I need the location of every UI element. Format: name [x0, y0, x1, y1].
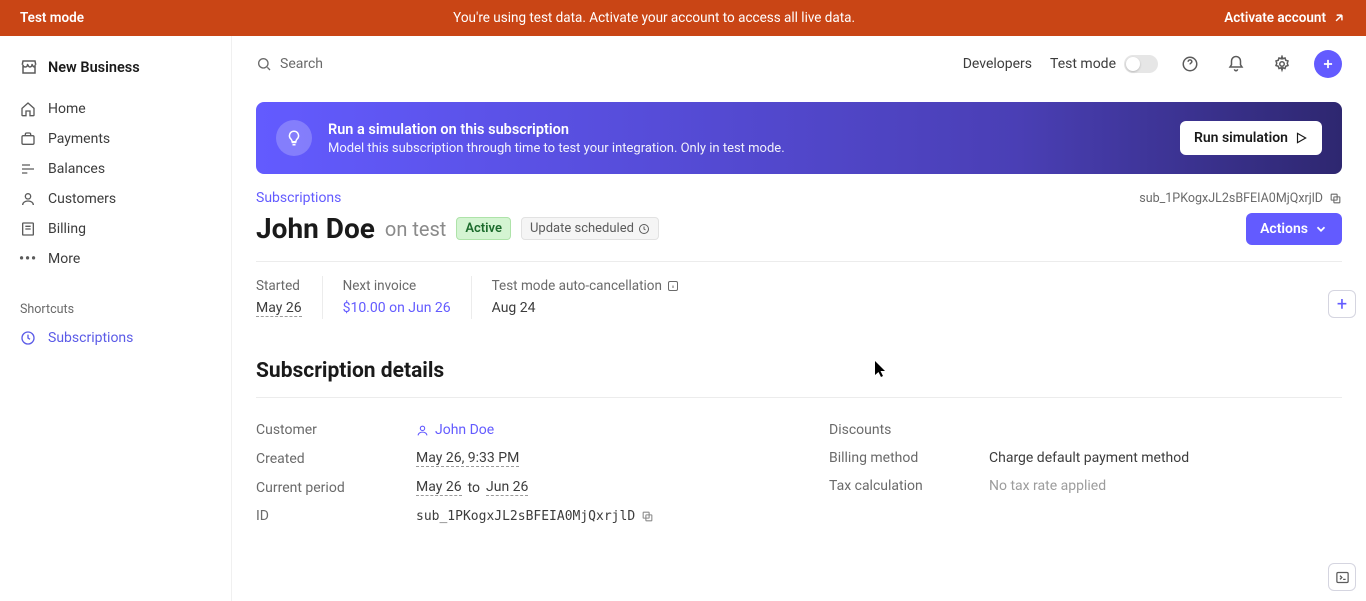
period-from[interactable]: May 26 [416, 479, 462, 496]
period-to[interactable]: Jun 26 [486, 479, 528, 496]
topbar: Search Developers Test mode [232, 36, 1366, 92]
next-invoice-value[interactable]: $10.00 on Jun 26 [343, 300, 451, 316]
main-area: Search Developers Test mode Run a simula… [232, 36, 1366, 601]
on-plan: on test [385, 217, 446, 241]
sidebar-item-home[interactable]: Home [10, 94, 221, 124]
started-label: Started [256, 278, 302, 294]
shortcuts-heading: Shortcuts [10, 274, 221, 323]
terminal-icon [1335, 570, 1350, 585]
brand-switcher[interactable]: New Business [10, 50, 221, 94]
floating-add-button[interactable]: + [1328, 290, 1356, 318]
status-badge-active: Active [456, 217, 511, 240]
billing-method-label: Billing method [829, 450, 989, 466]
floating-terminal-button[interactable] [1328, 563, 1356, 591]
shortcut-subscriptions[interactable]: Subscriptions [10, 323, 221, 353]
developers-link[interactable]: Developers [963, 56, 1032, 72]
briefcase-icon [20, 131, 36, 147]
tax-value: No tax rate applied [989, 478, 1106, 494]
copy-icon[interactable] [641, 510, 654, 523]
search-icon [256, 56, 272, 72]
activate-account-link[interactable]: Activate account [1224, 10, 1346, 26]
copy-icon[interactable] [1329, 192, 1342, 205]
bell-icon [1227, 55, 1245, 73]
status-badge-scheduled: Update scheduled [521, 217, 659, 240]
section-title-details: Subscription details [256, 359, 1342, 383]
user-small-icon [416, 424, 429, 437]
test-mode-toggle-wrap: Test mode [1050, 55, 1158, 73]
play-icon [1294, 131, 1308, 145]
more-icon: ••• [20, 251, 36, 267]
auto-cancel-label: Test mode auto-cancellation [492, 278, 679, 294]
run-simulation-button[interactable]: Run simulation [1180, 121, 1322, 155]
metrics-row: Started May 26 Next invoice $10.00 on Ju… [256, 276, 1342, 319]
balances-icon [20, 161, 36, 177]
test-mode-toggle[interactable] [1124, 55, 1158, 73]
id-label: ID [256, 508, 416, 524]
customer-label: Customer [256, 422, 416, 438]
plus-icon [1321, 57, 1335, 71]
discounts-label: Discounts [829, 422, 989, 438]
breadcrumb-subscriptions[interactable]: Subscriptions [256, 190, 341, 206]
details-grid: Customer John Doe Created May 26, 9:33 P… [256, 416, 1342, 530]
period-value: May 26 to Jun 26 [416, 479, 528, 496]
test-mode-label: Test mode [20, 10, 84, 26]
clock-small-icon [638, 223, 650, 235]
auto-cancel-value: Aug 24 [492, 300, 679, 316]
gear-icon [1273, 55, 1291, 73]
sidebar-item-payments[interactable]: Payments [10, 124, 221, 154]
billing-method-value: Charge default payment method [989, 450, 1189, 466]
clock-icon [20, 330, 36, 346]
id-value: sub_1PKogxJL2sBFEIA0MjQxrjlD [416, 509, 654, 524]
chevron-down-icon [1314, 222, 1328, 236]
created-label: Created [256, 451, 416, 467]
test-mode-banner: Test mode You're using test data. Activa… [0, 0, 1366, 36]
simulation-title: Run a simulation on this subscription [328, 121, 1164, 138]
sidebar-item-balances[interactable]: Balances [10, 154, 221, 184]
test-mode-message: You're using test data. Activate your ac… [84, 10, 1224, 26]
sidebar-item-billing[interactable]: Billing [10, 214, 221, 244]
receipt-icon [20, 221, 36, 237]
sidebar-item-more[interactable]: ••• More [10, 244, 221, 274]
tax-label: Tax calculation [829, 478, 989, 494]
help-icon [1181, 55, 1199, 73]
simulation-desc: Model this subscription through time to … [328, 141, 1164, 156]
sidebar: New Business Home Payments Balances Cust… [0, 36, 232, 601]
settings-button[interactable] [1268, 50, 1296, 78]
home-icon [20, 101, 36, 117]
sidebar-item-customers[interactable]: Customers [10, 184, 221, 214]
search-input[interactable]: Search [256, 56, 945, 72]
actions-button[interactable]: Actions [1246, 213, 1342, 245]
external-link-icon [1332, 11, 1346, 25]
notifications-button[interactable] [1222, 50, 1250, 78]
created-value[interactable]: May 26, 9:33 PM [416, 450, 519, 467]
create-button[interactable] [1314, 50, 1342, 78]
simulation-banner: Run a simulation on this subscription Mo… [256, 102, 1342, 174]
lightbulb-icon [276, 120, 312, 156]
page-title: John Doe [256, 212, 375, 245]
next-invoice-label: Next invoice [343, 278, 451, 294]
user-icon [20, 191, 36, 207]
started-value[interactable]: May 26 [256, 300, 302, 317]
customer-link[interactable]: John Doe [416, 422, 494, 438]
help-button[interactable] [1176, 50, 1204, 78]
store-icon [20, 58, 38, 76]
subscription-id-header: sub_1PKogxJL2sBFEIA0MjQxrjlD [1139, 191, 1342, 206]
period-label: Current period [256, 480, 416, 496]
info-icon[interactable] [667, 280, 679, 292]
